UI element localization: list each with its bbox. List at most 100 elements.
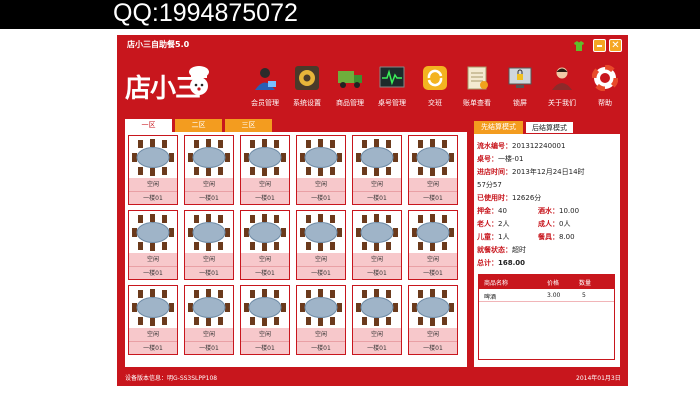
table-card[interactable]: 空闲 一楼01 (296, 285, 346, 355)
table-card[interactable]: 空闲 一楼01 (128, 135, 178, 205)
table-status: 空闲 (353, 253, 401, 266)
table-card[interactable]: 空闲 一楼01 (184, 285, 234, 355)
window-title: 店小三自助餐5.0 (127, 40, 190, 49)
total-row: 总计：168.00 (477, 259, 526, 267)
dining-table-icon (412, 289, 454, 326)
dining-table-icon (188, 139, 230, 176)
bill-icon (467, 66, 488, 90)
tab-postpay-mode[interactable]: 后结算模式 (525, 121, 574, 134)
table-name: 一楼01 (185, 266, 233, 279)
dining-table-icon (244, 139, 286, 176)
table-card[interactable]: 空闲 一楼01 (296, 210, 346, 280)
skin-shirt-icon[interactable] (573, 40, 585, 52)
adult-row: 成人：0人 (538, 220, 571, 228)
table-name: 一楼01 (241, 341, 289, 354)
dining-table-icon (300, 214, 342, 251)
toolbar-table-button[interactable]: 桌号管理 (372, 63, 412, 111)
table-name: 一楼01 (353, 266, 401, 279)
child-row: 儿童：1人 (477, 233, 510, 241)
dining-table-icon (188, 214, 230, 251)
table-name: 一楼01 (185, 341, 233, 354)
chef-mascot-icon (189, 66, 209, 95)
dining-table-icon (300, 289, 342, 326)
table-card[interactable]: 空闲 一楼01 (184, 135, 234, 205)
table-card[interactable]: 空闲 一楼01 (408, 135, 458, 205)
table-name: 一楼01 (241, 191, 289, 204)
tab-zone-1[interactable]: 一区 (125, 119, 172, 132)
table-status: 空闲 (353, 178, 401, 191)
table-grid: 空闲 一楼01 空闲 一楼01 空闲 一楼01 空闲 一楼01 空闲 一楼01 空闲 一楼01 空闲 一楼… (125, 132, 467, 367)
table-status: 空闲 (129, 328, 177, 341)
table-name: 一楼01 (297, 341, 345, 354)
table-status: 空闲 (297, 328, 345, 341)
close-button[interactable]: ✕ (609, 39, 622, 52)
table-card[interactable]: 空闲 一楼01 (296, 135, 346, 205)
table-name: 一楼01 (129, 191, 177, 204)
table-card[interactable]: 空闲 一楼01 (408, 285, 458, 355)
table-name: 一楼01 (129, 341, 177, 354)
table-card[interactable]: 空闲 一楼01 (240, 135, 290, 205)
lifebuoy-icon (592, 65, 618, 91)
toolbar-bill-button[interactable]: 账单查看 (457, 63, 497, 111)
table-name: 一楼01 (409, 191, 457, 204)
dining-table-icon (132, 139, 174, 176)
toolbar-about-button[interactable]: 关于我们 (542, 63, 582, 111)
table-card[interactable]: 空闲 一楼01 (128, 210, 178, 280)
table-status: 空闲 (185, 328, 233, 341)
table-card[interactable]: 空闲 一楼01 (352, 210, 402, 280)
member-icon (255, 68, 276, 90)
used-time-row: 已使用时：12626分 (477, 194, 542, 202)
tab-zone-3[interactable]: 三区 (225, 119, 272, 132)
table-status: 空闲 (241, 328, 289, 341)
toolbar-help-button[interactable]: 帮助 (585, 63, 625, 111)
table-name: 一楼01 (185, 191, 233, 204)
table-card[interactable]: 空闲 一楼01 (352, 285, 402, 355)
dining-table-icon (356, 214, 398, 251)
table-card[interactable]: 空闲 一楼01 (408, 210, 458, 280)
table-name: 一楼01 (353, 191, 401, 204)
minimize-button[interactable] (593, 39, 606, 52)
dining-table-icon (244, 289, 286, 326)
serial-row: 流水编号：201312240001 (477, 142, 566, 150)
tab-prepay-mode[interactable]: 先结算模式 (474, 121, 523, 134)
table-row[interactable]: 啤酒 3.00 5 (479, 289, 614, 302)
toolbar-settings-button[interactable]: 系统设置 (287, 63, 327, 111)
dining-table-icon (356, 289, 398, 326)
table-status: 空闲 (241, 178, 289, 191)
tab-zone-2[interactable]: 二区 (175, 119, 222, 132)
drinks-row: 酒水：10.00 (538, 207, 580, 215)
refresh-icon (423, 66, 447, 90)
dining-table-icon (188, 289, 230, 326)
table-card[interactable]: 空闲 一楼01 (352, 135, 402, 205)
deposit-row: 押金：40 (477, 207, 507, 215)
toolbar-lock-button[interactable]: 锁屏 (500, 63, 540, 111)
lock-screen-icon (508, 67, 532, 88)
table-card[interactable]: 空闲 一楼01 (240, 285, 290, 355)
table-card[interactable]: 空闲 一楼01 (240, 210, 290, 280)
toolbar-goods-button[interactable]: 商品管理 (330, 63, 370, 111)
toolbar-member-button[interactable]: 会员管理 (245, 63, 285, 111)
table-card[interactable]: 空闲 一楼01 (184, 210, 234, 280)
dining-table-icon (132, 289, 174, 326)
table-status: 空闲 (129, 178, 177, 191)
table-card[interactable]: 空闲 一楼01 (128, 285, 178, 355)
dining-table-icon (412, 139, 454, 176)
order-info-panel: 流水编号：201312240001 桌号：一楼-01 进店时间：2013年12月… (474, 134, 620, 367)
table-status: 空闲 (297, 253, 345, 266)
toolbar-shift-button[interactable]: 交班 (415, 63, 455, 111)
dining-table-icon (300, 139, 342, 176)
table-name: 一楼01 (297, 266, 345, 279)
device-version-info: 设备版本信息：明G-SS3SLPP108 (125, 375, 218, 382)
table-status: 空闲 (185, 178, 233, 191)
truck-icon (338, 71, 362, 88)
table-status: 空闲 (409, 253, 457, 266)
table-status: 空闲 (409, 328, 457, 341)
table-name: 一楼01 (241, 266, 289, 279)
table-status: 空闲 (297, 178, 345, 191)
table-name: 一楼01 (409, 341, 457, 354)
dining-table-icon (244, 214, 286, 251)
status-date: 2014年01月3日 (576, 375, 621, 382)
settings-gear-icon (295, 66, 319, 90)
dining-table-icon (132, 214, 174, 251)
goods-table-header: 商品名称 价格 数量 (479, 275, 614, 289)
